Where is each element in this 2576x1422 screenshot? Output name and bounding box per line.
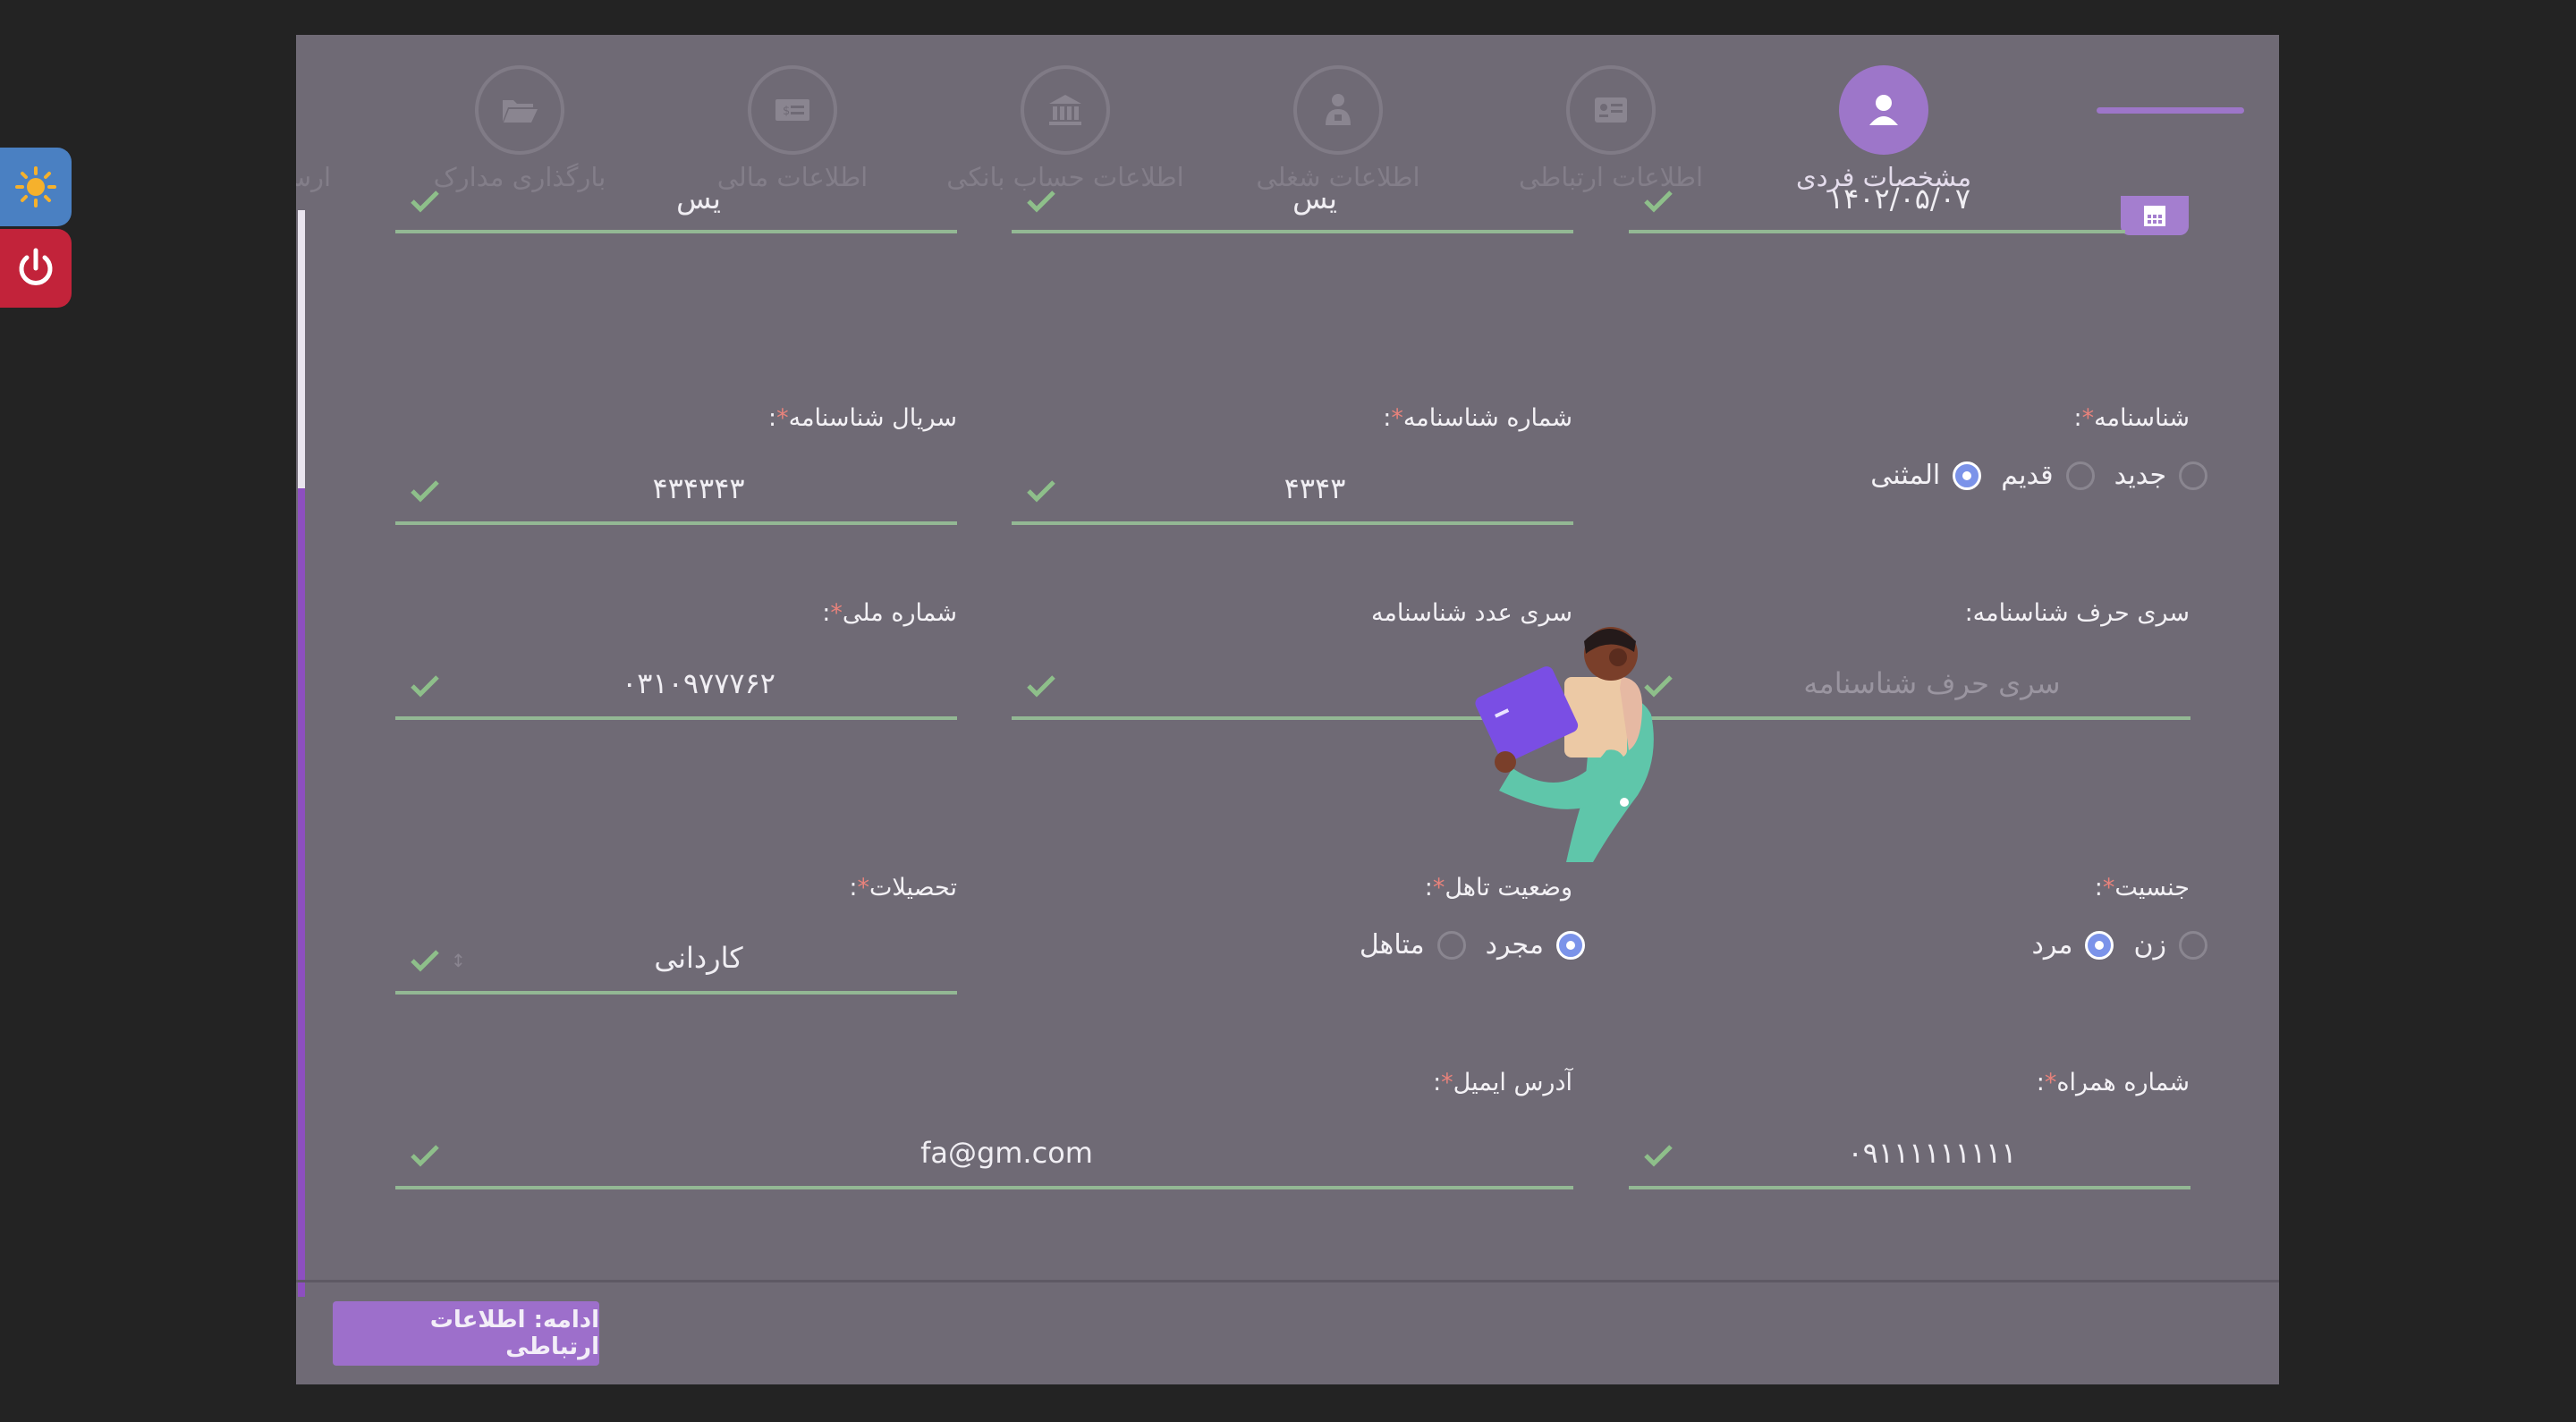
user-icon [1869, 95, 1898, 125]
footer-divider [296, 1280, 2279, 1282]
top-field-left-value: یس [676, 182, 721, 216]
email-input[interactable]: fa@gm.com [395, 1127, 1573, 1189]
calendar-button[interactable] [2121, 196, 2189, 235]
step-circle [475, 65, 564, 155]
step-personal-info[interactable]: مشخصات فردی [1745, 65, 2022, 192]
logout-button[interactable] [0, 229, 72, 308]
power-icon [19, 248, 53, 285]
radio-button-selected[interactable] [2085, 930, 2114, 960]
id-number-value: ۴۳۴۳ [1284, 471, 1346, 505]
step-circle [1839, 65, 1928, 155]
id-number-input[interactable]: ۴۳۴۳ [1012, 462, 1573, 525]
step-circle: $ [748, 65, 837, 155]
step-label: ارسال به سجام [296, 162, 332, 192]
step-circle [1293, 65, 1383, 155]
radio-label: المثنی [1870, 460, 1941, 491]
id-number-label: شماره شناسنامه*: [1383, 404, 1572, 432]
top-field-middle[interactable]: یس [1012, 182, 1573, 233]
check-icon [1644, 190, 1673, 213]
id-serial-label: سریال شناسنامه*: [767, 404, 957, 432]
step-submit-sejam[interactable]: ارسال به سجام [296, 65, 386, 192]
email-label: آدرس ایمیل*: [1433, 1069, 1572, 1096]
dropdown-arrow-icon: ↕ [451, 950, 466, 971]
mobile-input[interactable]: ۰۹۱۱۱۱۱۱۱۱۱ [1629, 1127, 2190, 1189]
mobile-value: ۰۹۱۱۱۱۱۱۱۱۱ [1847, 1136, 2017, 1170]
radio-button[interactable] [1436, 930, 1466, 960]
birth-date-field[interactable]: ۱۴۰۲/۰۵/۰۷ [1629, 182, 2125, 233]
radio-button-selected[interactable] [1556, 930, 1585, 960]
radio-label: مرد [2031, 929, 2073, 961]
sun-icon [15, 166, 56, 207]
step-contact-info[interactable]: اطلاعات ارتباطی [1472, 65, 1750, 192]
radio-label: جدید [2114, 460, 2166, 491]
check-icon [411, 675, 439, 698]
radio-button-selected[interactable] [1953, 461, 1982, 490]
check-icon [411, 1145, 439, 1167]
radio-button[interactable] [2179, 930, 2207, 960]
step-financial-info[interactable]: $ اطلاعات مالی [654, 65, 931, 192]
birth-date-value: ۱۴۰۲/۰۵/۰۷ [1827, 182, 1971, 216]
theme-toggle-button[interactable] [0, 148, 72, 226]
step-circle [1021, 65, 1110, 155]
radio-option-duplicate[interactable]: المثنی [1870, 460, 1982, 491]
mobile-label: شماره همراه*: [2036, 1069, 2190, 1096]
calendar-icon [2144, 206, 2165, 226]
step-upload-documents[interactable]: بارگذاری مدارک [381, 65, 658, 192]
check-icon [411, 190, 439, 213]
radio-option-old[interactable]: قدیم [2001, 460, 2095, 491]
check-icon [1644, 1145, 1673, 1167]
radio-option-single[interactable]: مجرد [1486, 929, 1585, 961]
stepper-progress-line [2097, 107, 2244, 114]
money-icon: $ [775, 99, 809, 121]
check-icon [411, 950, 439, 972]
education-label: تحصیلات*: [849, 874, 957, 901]
form-scrollbar[interactable] [298, 210, 305, 1297]
top-field-left[interactable]: یس [395, 182, 957, 233]
national-id-input[interactable]: ۰۳۱۰۹۷۷۷۶۲ [395, 657, 957, 720]
radio-button[interactable] [2179, 461, 2207, 490]
contact-card-icon [1595, 97, 1627, 123]
step-circle [1566, 65, 1656, 155]
step-job-info[interactable]: اطلاعات شغلی [1199, 65, 1477, 192]
id-card-type-label: شناسنامه*: [2073, 404, 2190, 432]
continue-button[interactable]: ادامه: اطلاعات ارتباطی [333, 1301, 599, 1366]
id-letter-series-label: سری حرف شناسنامه: [1964, 599, 2190, 627]
loading-illustration [1475, 627, 1654, 862]
radio-label: زن [2133, 929, 2166, 961]
id-serial-value: ۴۳۴۳۴۳ [652, 471, 745, 505]
education-select[interactable]: کاردانی ↕ [395, 932, 957, 995]
briefcase-person-icon [1326, 94, 1351, 125]
national-id-value: ۰۳۱۰۹۷۷۷۶۲ [622, 666, 775, 700]
id-card-type-radio-group: جدید قدیم المثنی [1870, 460, 2207, 491]
marital-status-label: وضعیت تاهل*: [1424, 874, 1572, 901]
radio-label: مجرد [1485, 929, 1544, 961]
bank-icon [1049, 95, 1081, 125]
gender-label: جنسیت*: [2094, 874, 2190, 901]
radio-button[interactable] [2065, 461, 2095, 490]
radio-option-new[interactable]: جدید [2114, 460, 2207, 491]
national-id-label: شماره ملی*: [822, 599, 957, 627]
email-value: fa@gm.com [920, 1136, 1093, 1170]
radio-label: قدیم [2001, 460, 2054, 491]
radio-option-married[interactable]: متاهل [1360, 929, 1466, 961]
top-field-middle-value: یس [1292, 182, 1337, 216]
svg-text:$: $ [783, 105, 790, 118]
check-icon [1027, 480, 1055, 503]
check-icon [1027, 675, 1055, 698]
scrollbar-thumb[interactable] [298, 210, 305, 488]
gender-radio-group: زن مرد [2031, 929, 2207, 961]
id-serial-input[interactable]: ۴۳۴۳۴۳ [395, 462, 957, 525]
check-icon [411, 480, 439, 503]
radio-option-female[interactable]: زن [2133, 929, 2207, 961]
education-value: کاردانی [654, 941, 743, 975]
id-letter-series-placeholder: سری حرف شناسنامه [1803, 666, 2061, 700]
check-icon [1027, 190, 1055, 213]
radio-option-male[interactable]: مرد [2031, 929, 2114, 961]
registration-panel: مشخصات فردی اطلاعات ارتباطی اطلاعات شغلی… [296, 35, 2279, 1384]
radio-label: متاهل [1359, 929, 1425, 961]
marital-status-radio-group: مجرد متاهل [1360, 929, 1585, 961]
step-bank-account[interactable]: اطلاعات حساب بانکی [927, 65, 1204, 192]
folder-open-icon [503, 100, 538, 123]
